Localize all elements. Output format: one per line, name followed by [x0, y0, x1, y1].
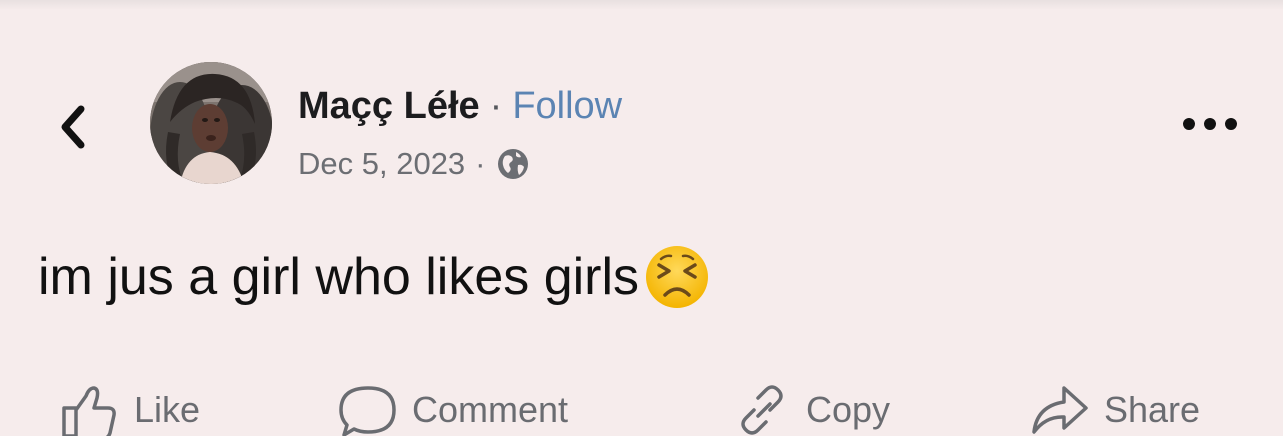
copy-label: Copy	[806, 389, 891, 430]
avatar[interactable]	[150, 62, 272, 184]
post-date[interactable]: Dec 5, 2023	[298, 146, 465, 182]
more-button[interactable]	[1172, 104, 1248, 144]
link-icon	[741, 385, 783, 435]
persevering-face-emoji	[646, 246, 709, 308]
copy-button[interactable]: Copy	[732, 384, 890, 436]
comment-label: Comment	[412, 389, 569, 430]
follow-button[interactable]: Follow	[512, 85, 622, 128]
comment-icon	[339, 386, 396, 436]
more-horizontal-icon	[1183, 118, 1237, 130]
author-separator: ·	[489, 84, 503, 127]
post-actions: Like Comment Copy Share	[0, 376, 1283, 436]
like-button[interactable]: Like	[60, 384, 200, 436]
post-body: im jus a girl who likes girls	[38, 242, 711, 312]
share-label: Share	[1104, 389, 1201, 430]
chevron-left-icon	[61, 105, 85, 149]
globe-icon	[497, 149, 528, 179]
date-separator: ·	[475, 146, 486, 181]
comment-button[interactable]: Comment	[338, 384, 568, 436]
post-text: im jus a girl who likes girls	[38, 248, 640, 306]
author-name[interactable]: Maçç Léłe	[298, 85, 480, 128]
author-row: Maçç Léłe · Follow	[298, 82, 622, 130]
share-icon	[1032, 386, 1088, 434]
top-shade	[0, 0, 1283, 10]
like-label: Like	[134, 389, 201, 430]
share-button[interactable]: Share	[1030, 384, 1200, 436]
thumbs-up-icon	[62, 386, 116, 436]
avatar-image	[150, 62, 272, 184]
post-meta: Dec 5, 2023 ·	[298, 142, 530, 186]
back-button[interactable]	[48, 98, 98, 156]
